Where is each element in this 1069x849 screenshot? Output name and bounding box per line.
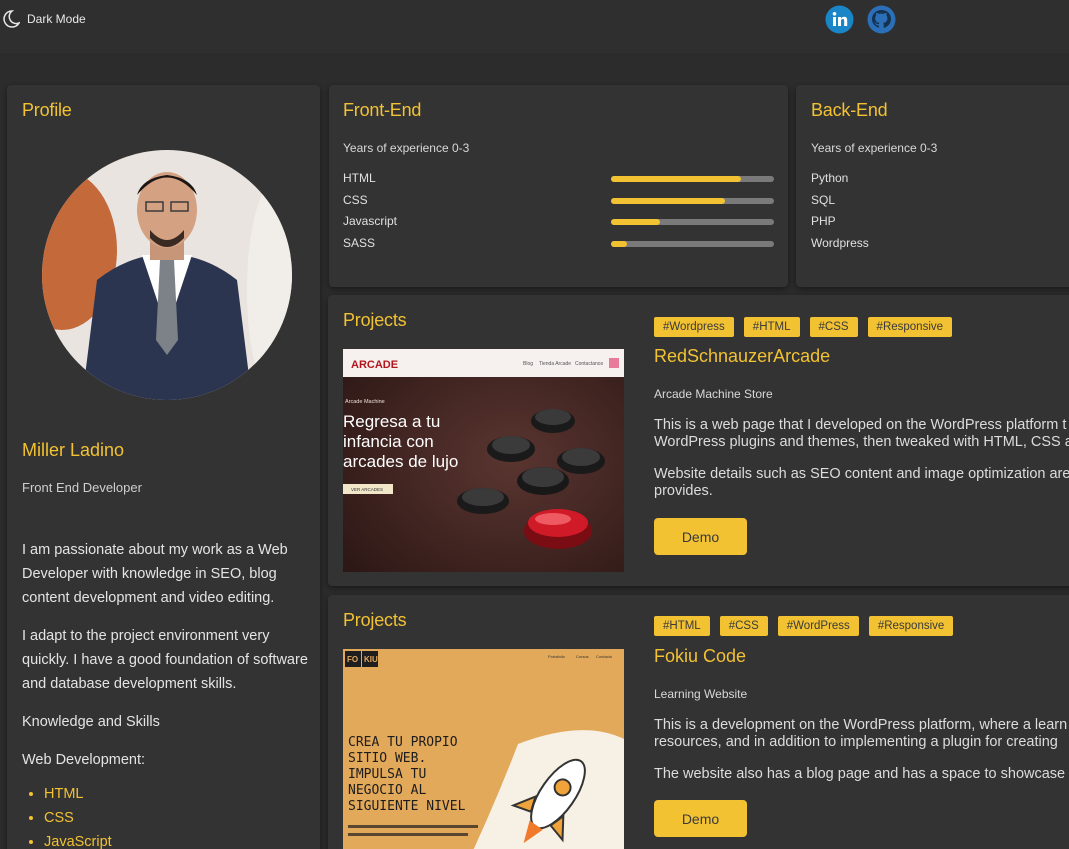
project-title: Fokiu Code [654,646,747,666]
skill-name: Python [811,171,849,185]
svg-text:Cursos: Cursos [576,654,589,659]
frontend-title: Front-End [343,100,422,120]
profile-title: Profile [22,100,72,120]
frontend-card: Front-End Years of experience 0-3 HTML C… [329,85,788,287]
svg-text:Portafolio: Portafolio [548,654,566,659]
project-thumbnail[interactable]: ARCADE Blog Tienda Arcade Contactanos Ar… [343,349,624,572]
skill-row: HTML [343,171,783,185]
tag[interactable]: #HTML [743,317,800,337]
svg-text:SITIO WEB.: SITIO WEB. [348,751,426,766]
svg-text:Contactanos: Contactanos [575,361,604,367]
list-item: JavaScript [44,830,312,849]
skills-list: HTML CSS JavaScript [44,782,312,849]
svg-text:SIGUIENTE NIVEL: SIGUIENTE NIVEL [348,799,466,814]
skill-row: Javascript [343,214,783,228]
svg-text:FO: FO [347,655,358,664]
experience-text: Years of experience 0-3 [811,141,938,155]
bio-paragraph: I adapt to the project environment very … [22,628,308,692]
tag-list: #HTML #CSS #WordPress #Responsive [654,616,954,636]
svg-text:ARCADE: ARCADE [351,359,398,371]
skill-name: SASS [343,236,376,250]
avatar [42,150,292,400]
tag[interactable]: #WordPress [777,616,859,636]
skill-row: CSS [343,193,783,207]
svg-text:IMPULSA TU: IMPULSA TU [348,767,426,782]
demo-button[interactable]: Demo [654,800,747,837]
bio-paragraph: I am passionate about my work as a Web D… [22,542,288,606]
skill-bar [611,176,774,182]
svg-text:arcades de lujo: arcades de lujo [343,452,458,471]
tag[interactable]: #CSS [719,616,768,636]
list-item: HTML [44,782,312,806]
project-subtitle: Learning Website [654,687,748,701]
skill-bar [611,198,774,204]
profile-card: Profile Miller Ladino Front End Develope… [7,85,320,849]
svg-text:VER ARCADES: VER ARCADES [351,487,383,492]
tag[interactable]: #Wordpress [654,317,734,337]
list-item: CSS [44,806,312,830]
skill-name: SQL [811,193,836,207]
bio-paragraph: Knowledge and Skills [22,714,160,730]
profile-bio: I am passionate about my work as a Web D… [22,538,312,849]
backend-card: Back-End Years of experience 0-3 Python … [796,85,1069,287]
demo-button[interactable]: Demo [654,518,747,555]
tag[interactable]: #HTML [654,616,710,636]
project-section-title: Projects [343,310,407,330]
profile-name: Miller Ladino [22,440,125,460]
skill-name: PHP [811,214,836,228]
backend-title: Back-End [811,100,888,120]
tag-list: #Wordpress #HTML #CSS #Responsive [654,317,953,337]
linkedin-icon[interactable] [825,5,854,34]
skill-bar [611,241,774,247]
skill-row: SASS [343,236,783,250]
dark-mode-toggle[interactable]: Dark Mode [2,9,86,29]
project-card: Projects FO KIU Portafolio Cursos Contac… [328,595,1069,849]
tag[interactable]: #CSS [809,317,858,337]
project-description: This is a development on the WordPress p… [654,717,1068,782]
skill-name: HTML [343,171,376,185]
skill-bar [611,219,774,225]
tag[interactable]: #Responsive [867,317,953,337]
svg-text:Regresa a tu: Regresa a tu [343,412,440,431]
project-thumbnail[interactable]: FO KIU Portafolio Cursos Contacto CREA T… [343,649,624,849]
project-subtitle: Arcade Machine Store [654,387,773,401]
svg-text:Contacto: Contacto [596,654,613,659]
svg-text:Arcade Machine: Arcade Machine [345,399,385,405]
skill-name: Javascript [343,214,398,228]
profile-role: Front End Developer [22,480,142,495]
svg-text:CREA TU PROPIO: CREA TU PROPIO [348,735,458,750]
bio-paragraph: Web Development: [22,752,146,768]
project-description: This is a web page that I developed on t… [654,417,1069,499]
dark-mode-label: Dark Mode [27,12,86,26]
project-card: Projects ARCADE Blog Tienda Arcade Conta… [328,295,1069,586]
svg-text:infancia con: infancia con [343,432,434,451]
project-title: RedSchnauzerArcade [654,346,831,366]
project-section-title: Projects [343,610,407,630]
svg-text:Blog: Blog [523,361,533,367]
moon-icon [3,10,20,28]
skill-name: Wordpress [811,236,869,250]
svg-text:Tienda Arcade: Tienda Arcade [539,361,571,367]
tag[interactable]: #Responsive [868,616,954,636]
github-icon[interactable] [867,5,896,34]
experience-text: Years of experience 0-3 [343,141,470,155]
svg-text:KIU: KIU [364,655,378,664]
top-bar: Dark Mode [0,0,1069,53]
skill-name: CSS [343,193,368,207]
svg-text:NEGOCIO AL: NEGOCIO AL [348,783,426,798]
